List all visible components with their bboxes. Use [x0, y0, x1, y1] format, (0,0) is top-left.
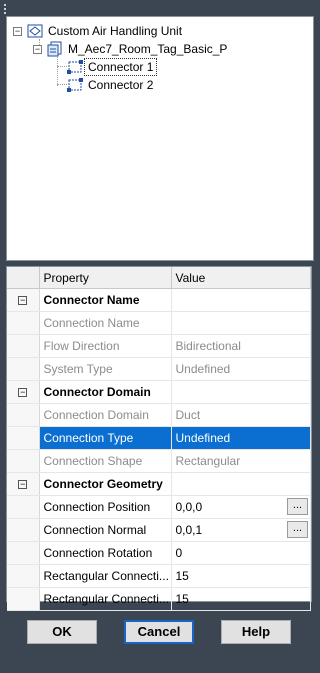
tree-line — [57, 66, 67, 67]
property-grid[interactable]: Property Value − Connector Name Connecti… — [6, 266, 312, 611]
property-name: System Type — [39, 357, 172, 381]
property-name: Flow Direction — [39, 334, 172, 358]
property-value[interactable]: 0 — [171, 541, 311, 565]
property-value — [171, 311, 311, 335]
property-name: Connection Position — [39, 495, 172, 519]
property-value-cell[interactable]: 0,0,1 ... — [171, 518, 311, 542]
category-name: Connector Name — [39, 288, 172, 312]
property-name: Connection Type — [39, 426, 172, 450]
connector-icon — [67, 78, 83, 92]
category-name: Connector Domain — [39, 380, 172, 404]
tag-family-icon — [47, 41, 62, 57]
property-value: Undefined — [171, 357, 311, 381]
category-row[interactable]: − Connector Domain — [7, 380, 311, 404]
property-value: Rectangular — [171, 449, 311, 473]
property-row[interactable]: Connection Normal 0,0,1 ... — [7, 518, 311, 542]
header-property[interactable]: Property — [39, 267, 172, 289]
property-value: Duct — [171, 403, 311, 427]
property-value[interactable]: 0,0,0 — [176, 500, 203, 514]
category-row[interactable]: − Connector Name — [7, 288, 311, 312]
tree-line — [57, 54, 58, 86]
property-row[interactable]: Connection Domain Duct — [7, 403, 311, 427]
category-value — [171, 472, 311, 496]
browse-button[interactable]: ... — [287, 521, 308, 538]
header-value[interactable]: Value — [171, 267, 311, 289]
property-row[interactable]: Connection Rotation 0 — [7, 541, 311, 565]
property-name: Rectangular Connecti... — [39, 564, 172, 588]
property-name: Connection Domain — [39, 403, 172, 427]
property-value[interactable]: 0,0,1 — [176, 523, 203, 537]
property-name: Connection Rotation — [39, 541, 172, 565]
help-button[interactable]: Help — [221, 620, 291, 644]
property-row[interactable]: Rectangular Connecti... 15 — [7, 587, 311, 611]
property-row[interactable]: Rectangular Connecti... 15 — [7, 564, 311, 588]
tree-collapse-icon[interactable]: − — [13, 27, 22, 36]
category-value — [171, 288, 311, 312]
property-name: Connection Normal — [39, 518, 172, 542]
category-row[interactable]: − Connector Geometry — [7, 472, 311, 496]
property-row[interactable]: Connection Shape Rectangular — [7, 449, 311, 473]
tree-root-label: Custom Air Handling Unit — [48, 24, 183, 38]
property-row[interactable]: Connection Position 0,0,0 ... — [7, 495, 311, 519]
property-value[interactable]: Undefined — [171, 426, 311, 450]
collapse-icon[interactable]: − — [18, 388, 28, 398]
tree-collapse-icon[interactable]: − — [33, 45, 42, 54]
tree-child-label: M_Aec7_Room_Tag_Basic_P — [68, 42, 228, 56]
property-value[interactable]: 15 — [171, 587, 311, 611]
ok-button[interactable]: OK — [27, 620, 97, 644]
property-row[interactable]: Flow Direction Bidirectional — [7, 334, 311, 358]
collapse-icon[interactable]: − — [18, 480, 28, 490]
property-name: Connection Shape — [39, 449, 172, 473]
category-value — [171, 380, 311, 404]
header-gutter — [7, 267, 40, 289]
family-tree[interactable]: − Custom Air Handling Unit − M_Aec7_Room… — [6, 16, 314, 261]
property-value-cell[interactable]: 0,0,0 ... — [171, 495, 311, 519]
tree-connector-1-label: Connector 1 — [83, 58, 158, 76]
tree-connector-2-label: Connector 2 — [88, 78, 154, 92]
property-value: Bidirectional — [171, 334, 311, 358]
collapse-icon[interactable]: − — [18, 296, 28, 306]
cancel-button[interactable]: Cancel — [124, 620, 194, 644]
connector-icon — [67, 60, 83, 74]
property-row[interactable]: Connection Name — [7, 311, 311, 335]
browse-button[interactable]: ... — [287, 498, 308, 515]
category-name: Connector Geometry — [39, 472, 172, 496]
grid-header-row: Property Value — [7, 267, 311, 289]
property-value[interactable]: 15 — [171, 564, 311, 588]
tree-line — [57, 84, 67, 85]
property-row[interactable]: System Type Undefined — [7, 357, 311, 381]
property-name: Rectangular Connecti... — [39, 587, 172, 611]
property-name: Connection Name — [39, 311, 172, 335]
property-row-selected[interactable]: Connection Type Undefined — [7, 426, 311, 450]
family-icon — [27, 24, 43, 38]
